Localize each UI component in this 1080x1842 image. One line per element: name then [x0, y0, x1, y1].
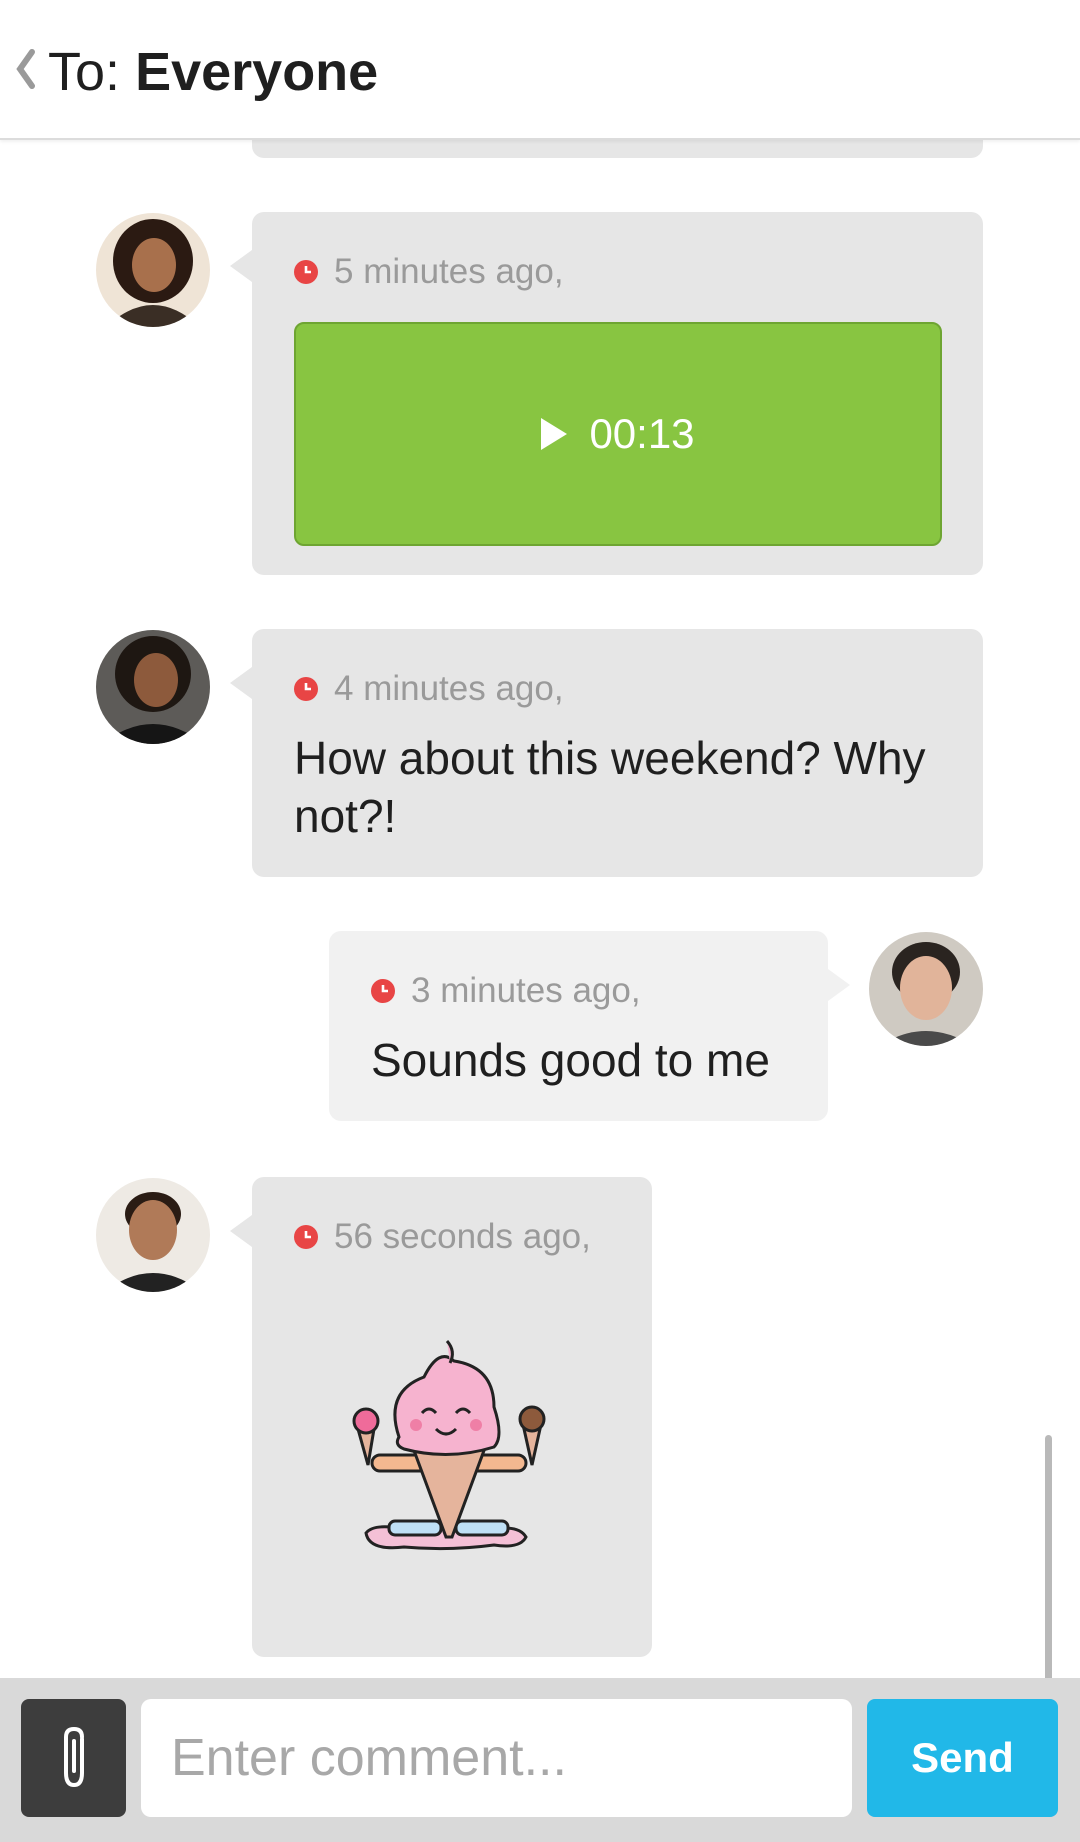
message-bubble: 56 seconds ago,	[230, 1177, 652, 1657]
message-meta: 5 minutes ago,	[294, 252, 564, 292]
play-icon	[541, 418, 568, 450]
avatar[interactable]	[869, 932, 983, 1046]
comment-input[interactable]	[141, 1699, 741, 1817]
message-meta: 3 minutes ago,	[371, 971, 641, 1011]
message-time: 3 minutes ago,	[411, 971, 641, 1010]
message-meta: 4 minutes ago,	[294, 669, 564, 709]
audio-play-button[interactable]: 00:13	[294, 322, 942, 546]
to-label: To:	[48, 42, 121, 102]
clock-icon	[294, 260, 318, 284]
audio-duration: 00:13	[589, 410, 695, 457]
message-meta: 56 seconds ago,	[294, 1217, 591, 1257]
avatar[interactable]	[96, 213, 210, 327]
comment-field[interactable]	[141, 1699, 976, 1817]
comment-input-bar: Send	[0, 1678, 1080, 1842]
own-message-bubble: 3 minutes ago, Sounds good to me	[329, 931, 850, 1121]
page-title: To: Everyone	[48, 42, 378, 102]
message-text: Sounds good to me	[371, 1034, 770, 1086]
attach-button[interactable]	[21, 1699, 126, 1817]
bubble-tail	[230, 1215, 252, 1247]
message-text: How about this weekend? Why not?!	[294, 732, 926, 842]
send-button[interactable]: Send	[867, 1699, 1058, 1817]
clock-icon	[294, 1225, 318, 1249]
avatar[interactable]	[96, 630, 210, 744]
recipient-name: Everyone	[135, 42, 379, 102]
message-bubble: 4 minutes ago, How about this weekend? W…	[230, 629, 983, 877]
chat-thread[interactable]: 5 minutes ago, 00:13 4 minutes ago, How …	[0, 140, 1080, 1678]
message-time: 56 seconds ago,	[334, 1217, 591, 1256]
bubble-tail	[230, 250, 252, 282]
paperclip-icon	[63, 1726, 84, 1788]
previous-message-bubble	[252, 140, 983, 158]
bubble-tail	[230, 667, 252, 699]
message-bubble: 5 minutes ago, 00:13	[230, 212, 983, 575]
clock-icon	[294, 677, 318, 701]
bubble-tail	[828, 969, 850, 1001]
header-bar: To: Everyone	[0, 0, 1080, 140]
avatar[interactable]	[96, 1178, 210, 1292]
message-time: 5 minutes ago,	[334, 252, 564, 291]
message-time: 4 minutes ago,	[334, 669, 564, 708]
ice-cream-sticker[interactable]	[344, 1337, 554, 1557]
clock-icon	[371, 979, 395, 1003]
scrollbar[interactable]	[1045, 1435, 1052, 1678]
chevron-left-icon[interactable]	[10, 44, 40, 94]
